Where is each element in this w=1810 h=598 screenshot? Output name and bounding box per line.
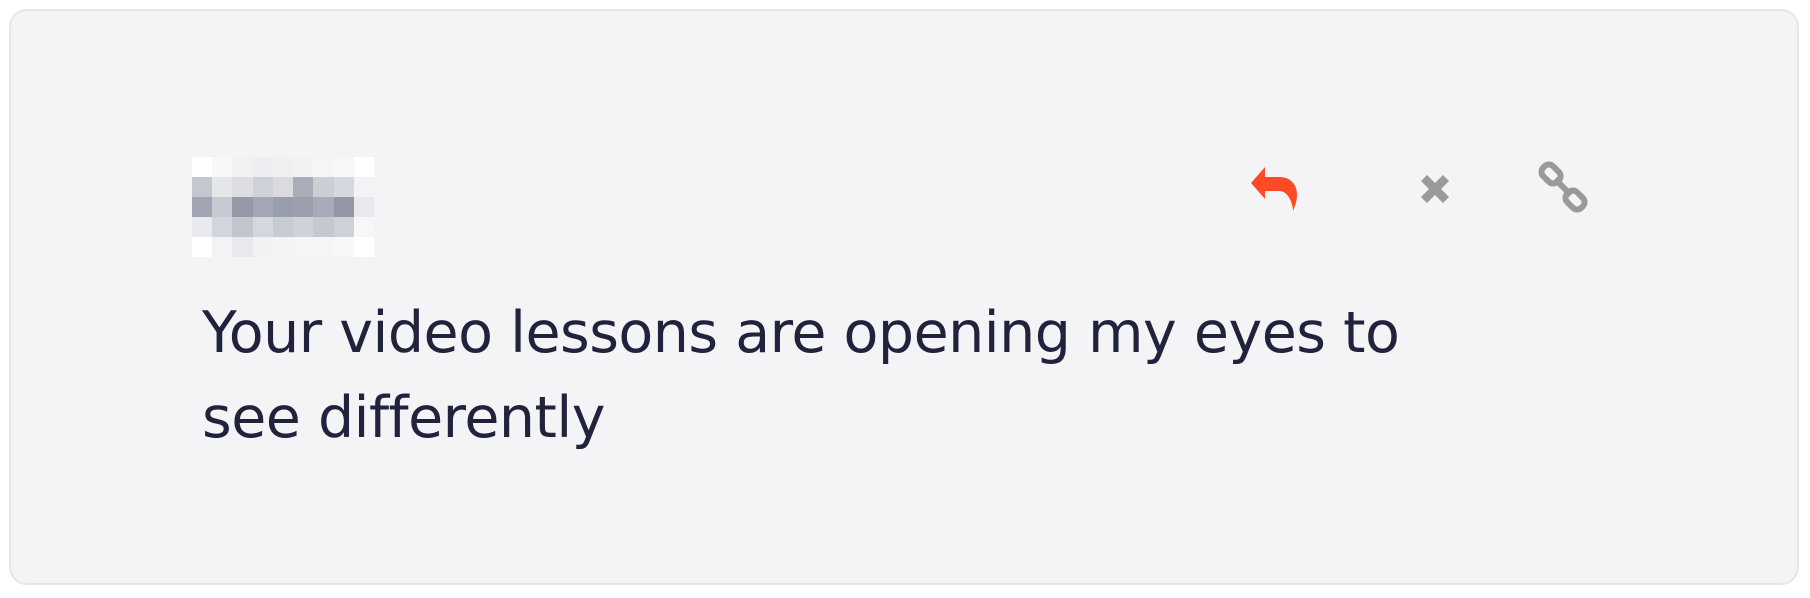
author-name-pixelated (192, 157, 374, 257)
comment-actions (1243, 161, 1623, 217)
comment-text: Your video lessons are opening my eyes t… (202, 300, 1400, 451)
link-icon (1535, 159, 1595, 219)
reply-icon (1243, 161, 1307, 217)
close-icon (1411, 165, 1459, 213)
comment-card: Your video lessons are opening my eyes t… (9, 9, 1799, 585)
copy-link-button[interactable] (1533, 161, 1597, 217)
delete-button[interactable] (1403, 161, 1467, 217)
reply-button[interactable] (1243, 161, 1307, 217)
